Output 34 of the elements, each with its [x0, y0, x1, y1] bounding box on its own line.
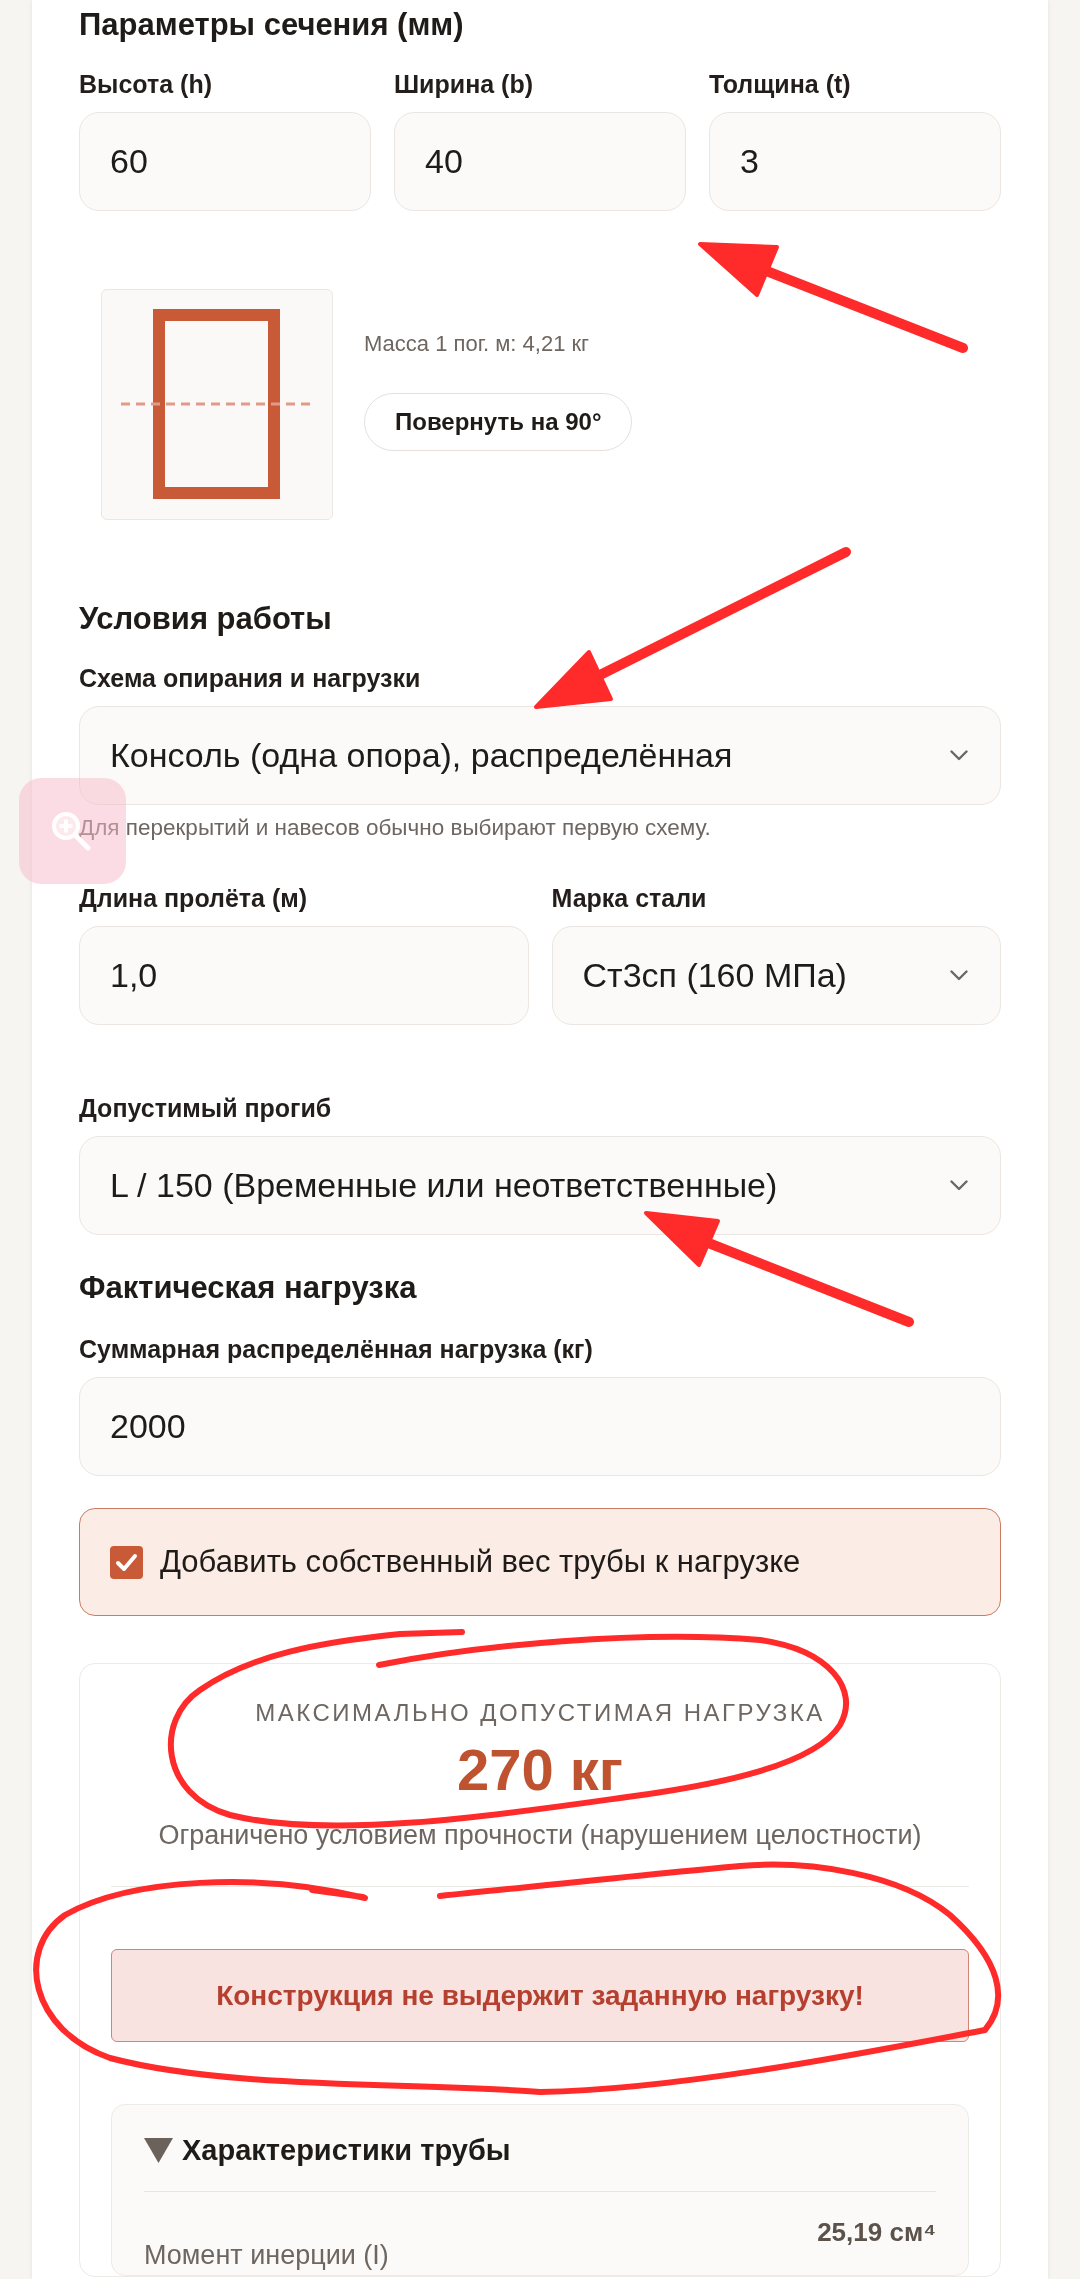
mass-text: Масса 1 пог. м: 4,21 кг [364, 330, 591, 358]
chevron-down-icon [950, 1180, 968, 1191]
error-alert: Конструкция не выдержит заданную нагрузку! [111, 1949, 969, 2042]
field-label: Допустимый прогиб [79, 1093, 333, 1124]
field-label: Схема опирания и нагрузки [79, 663, 422, 694]
dropdown-field[interactable]: Ст3сп (160 МПа) [551, 926, 1001, 1025]
input-field[interactable]: 40 [394, 112, 686, 211]
checkbox-label: Добавить собственный вес трубы к нагрузке [160, 1543, 801, 1581]
field-label: Марка стали [551, 883, 708, 914]
field-label: Высота (h) [79, 69, 213, 100]
dropdown-field[interactable]: L / 150 (Временные или неответственные) [79, 1136, 1001, 1235]
checkbox[interactable] [110, 1545, 143, 1579]
details-summary[interactable]: Характеристики трубы [144, 2130, 936, 2170]
field-label: Толщина (t) [709, 69, 852, 100]
property-value: 25,19 см⁴ [817, 2216, 936, 2248]
limit-note: Ограничено условием прочности (нарушением целостности) [157, 1819, 923, 1852]
input-field[interactable]: 1,0 [79, 926, 529, 1025]
section-heading: Фактическая нагрузка [79, 1269, 418, 1307]
field-label: Длина пролёта (м) [79, 883, 309, 914]
section-heading: Параметры сечения (мм) [79, 6, 465, 44]
chevron-down-icon [950, 750, 968, 761]
field-label: Ширина (b) [394, 69, 534, 100]
result-caption: МАКСИМАЛЬНО ДОПУСТИМАЯ НАГРУЗКА [254, 1698, 826, 1728]
chevron-down-icon [950, 970, 968, 981]
field-label: Суммарная распределённая нагрузка (кг) [79, 1334, 594, 1365]
rotate-button[interactable]: Повернуть на 90° [364, 393, 633, 451]
input-field[interactable]: 2000 [79, 1377, 1001, 1476]
max-load-value: 270 кг [455, 1737, 625, 1803]
input-field[interactable]: 60 [79, 112, 371, 211]
property-label: Момент инерции (I) [144, 2239, 389, 2271]
input-field[interactable]: 3 [709, 112, 1001, 211]
dropdown-field[interactable]: Консоль (одна опора), распределённая [79, 706, 1001, 805]
section-heading: Условия работы [79, 600, 333, 638]
hint-text: Для перекрытий и навесов обычно выбирают первую схему. [79, 814, 712, 842]
